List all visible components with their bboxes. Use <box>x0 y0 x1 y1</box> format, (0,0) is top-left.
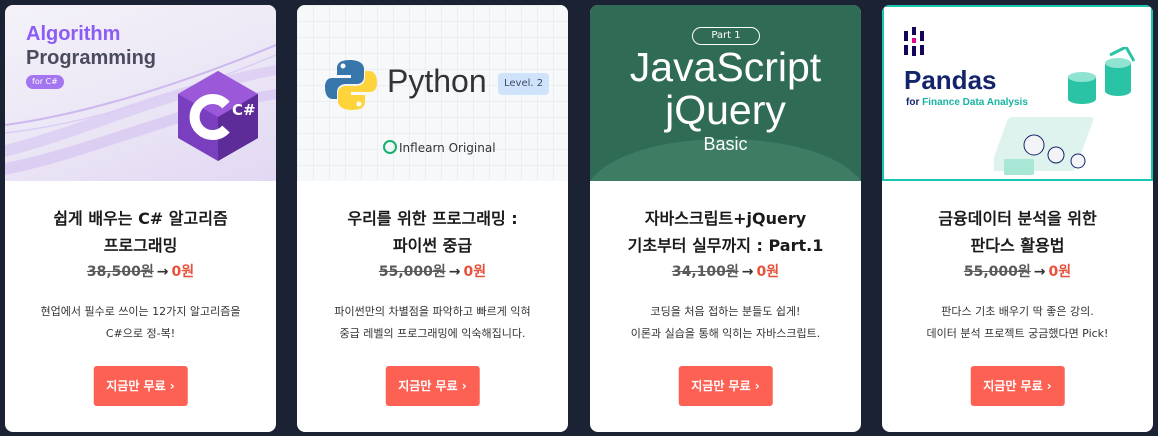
original-price: 55,000원 <box>378 264 446 280</box>
course-title: 쉽게 배우는 C# 알고리즘 프로그래밍 <box>15 205 266 259</box>
course-title: 우리를 위한 프로그래밍 : 파이썬 중급 <box>307 205 558 259</box>
part-badge: Part 1 <box>692 27 760 45</box>
python-logo-icon <box>325 60 377 110</box>
price-row: 34,100원 → 0원 <box>590 261 861 281</box>
course-description: 코딩을 처음 접하는 분들도 쉽게! 이론과 실습을 통해 익히는 자바스크립트… <box>600 301 851 345</box>
course-title-line2: 파이썬 중급 <box>392 236 473 255</box>
free-now-button[interactable]: 지금만 무료 › <box>678 366 773 406</box>
thumb-title-python: Python <box>387 63 487 99</box>
description-line2: C#으로 정-복! <box>105 327 176 340</box>
pandas-logo-icon <box>904 27 924 56</box>
description-line2: 이론과 실습을 통해 익히는 자바스크립트. <box>630 327 821 340</box>
thumb-title-algorithm: Algorithm <box>26 23 121 45</box>
course-thumbnail[interactable]: Algorithm Programming for C# C# <box>5 5 276 181</box>
description-line2: 데이터 분석 프로젝트 궁금했다면 Pick! <box>926 327 1109 340</box>
arrow-icon: → <box>156 264 169 280</box>
free-now-button[interactable]: 지금만 무료 › <box>970 366 1065 406</box>
course-description: 현업에서 필수로 쓰이는 12가지 알고리즘을 C#으로 정-복! <box>15 301 266 345</box>
level-badge: Level. 2 <box>498 73 550 95</box>
original-price: 34,100원 <box>671 264 739 280</box>
course-card-python[interactable]: Python Level. 2 Inflearn Original 우리를 위한… <box>297 5 568 432</box>
course-thumbnail[interactable]: Pandas for Finance Data Analysis <box>882 5 1153 181</box>
subtitle-prefix: for <box>906 97 923 108</box>
inflearn-logo-icon <box>383 140 397 154</box>
thumb-title-programming: Programming <box>26 47 157 69</box>
course-title-line2: 프로그래밍 <box>103 236 178 255</box>
discount-price: 0원 <box>756 264 780 280</box>
course-description: 파이썬만의 차별점을 파악하고 빠르게 익혀 중급 레벨의 프로그래밍에 익숙해… <box>307 301 558 345</box>
course-title: 금융데이터 분석을 위한 판다스 활용법 <box>892 205 1143 259</box>
course-thumbnail[interactable]: Python Level. 2 Inflearn Original <box>297 5 568 181</box>
course-title-line1: 자바스크립트+jQuery <box>644 209 807 228</box>
arrow-icon: → <box>1033 264 1046 280</box>
description-line1: 코딩을 처음 접하는 분들도 쉽게! <box>650 305 801 318</box>
arrow-icon: → <box>741 264 754 280</box>
course-title: 자바스크립트+jQuery 기초부터 실무까지 : Part.1 <box>600 205 851 259</box>
finance-illustration <box>994 47 1136 175</box>
price-row: 55,000원 → 0원 <box>297 261 568 281</box>
original-price: 55,000원 <box>963 264 1031 280</box>
thumb-title-javascript: JavaScript <box>629 44 822 90</box>
arrow-icon: → <box>448 264 461 280</box>
course-title-line1: 우리를 위한 프로그래밍 : <box>347 209 518 228</box>
discount-price: 0원 <box>463 264 487 280</box>
course-card-javascript[interactable]: Part 1 JavaScript jQuery Basic 자바스크립트+jQ… <box>590 5 861 432</box>
course-card-csharp[interactable]: Algorithm Programming for C# C# 쉽게 배우는 C… <box>5 5 276 432</box>
course-card-pandas[interactable]: Pandas for Finance Data Analysis 금융데이터 분… <box>882 5 1153 432</box>
original-price: 38,500원 <box>86 264 154 280</box>
course-title-line1: 쉽게 배우는 C# 알고리즘 <box>53 209 228 228</box>
description-line1: 판다스 기초 배우기 딱 좋은 강의. <box>941 305 1094 318</box>
course-title-line1: 금융데이터 분석을 위한 <box>938 209 1097 228</box>
inflearn-brand: Inflearn Original <box>383 140 496 155</box>
course-title-line2: 판다스 활용법 <box>970 236 1065 255</box>
free-now-button[interactable]: 지금만 무료 › <box>385 366 480 406</box>
thumb-level-basic: Basic <box>703 134 748 154</box>
discount-price: 0원 <box>171 264 195 280</box>
description-line1: 파이썬만의 차별점을 파악하고 빠르게 익혀 <box>334 305 531 318</box>
course-thumbnail[interactable]: Part 1 JavaScript jQuery Basic <box>590 5 861 181</box>
description-line2: 중급 레벨의 프로그래밍에 익숙해집니다. <box>339 327 526 340</box>
course-title-line2: 기초부터 실무까지 : Part.1 <box>627 236 824 255</box>
free-now-button[interactable]: 지금만 무료 › <box>93 366 188 406</box>
csharp-logo-text: C# <box>232 101 256 119</box>
inflearn-brand-text: Inflearn Original <box>399 141 496 155</box>
thumb-badge: for C# <box>26 75 64 89</box>
thumb-title-jquery: jQuery <box>665 87 786 133</box>
thumb-title-pandas: Pandas <box>904 65 997 95</box>
price-row: 38,500원 → 0원 <box>5 261 276 281</box>
discount-price: 0원 <box>1048 264 1072 280</box>
price-row: 55,000원 → 0원 <box>882 261 1153 281</box>
course-description: 판다스 기초 배우기 딱 좋은 강의. 데이터 분석 프로젝트 궁금했다면 Pi… <box>892 301 1143 345</box>
description-line1: 현업에서 필수로 쓰이는 12가지 알고리즘을 <box>40 305 241 318</box>
